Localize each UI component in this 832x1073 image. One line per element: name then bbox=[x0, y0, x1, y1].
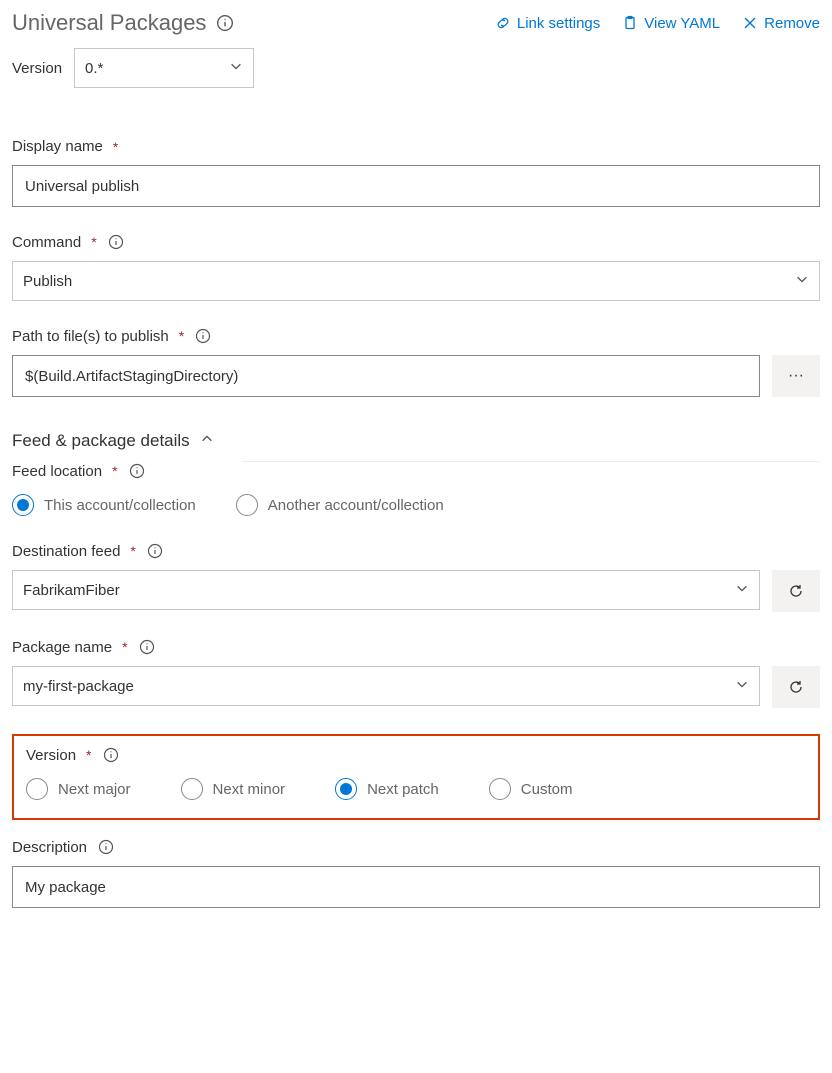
info-icon[interactable] bbox=[216, 14, 234, 32]
radio-this-account[interactable]: This account/collection bbox=[12, 494, 196, 516]
section-feed-header[interactable]: Feed & package details bbox=[12, 431, 820, 451]
refresh-icon bbox=[788, 679, 804, 695]
command-select[interactable]: Publish bbox=[12, 261, 820, 301]
link-settings-button[interactable]: Link settings bbox=[495, 15, 600, 32]
radio-this-account-label: This account/collection bbox=[44, 497, 196, 514]
info-icon[interactable] bbox=[146, 542, 164, 560]
destination-feed-select[interactable]: FabrikamFiber bbox=[12, 570, 760, 610]
required-icon: * bbox=[91, 234, 96, 250]
version-label: Version bbox=[26, 747, 76, 764]
radio-icon bbox=[26, 778, 48, 800]
radio-next-patch[interactable]: Next patch bbox=[335, 778, 439, 800]
refresh-destination-feed-button[interactable] bbox=[772, 570, 820, 612]
view-yaml-button[interactable]: View YAML bbox=[622, 15, 720, 32]
remove-label: Remove bbox=[764, 15, 820, 32]
command-value: Publish bbox=[23, 273, 72, 290]
page-title: Universal Packages bbox=[12, 10, 206, 36]
info-icon[interactable] bbox=[97, 838, 115, 856]
refresh-icon bbox=[788, 583, 804, 599]
radio-next-major[interactable]: Next major bbox=[26, 778, 131, 800]
description-label: Description bbox=[12, 839, 87, 856]
radio-icon bbox=[489, 778, 511, 800]
package-name-select[interactable]: my-first-package bbox=[12, 666, 760, 706]
link-settings-label: Link settings bbox=[517, 15, 600, 32]
info-icon[interactable] bbox=[138, 638, 156, 656]
info-icon[interactable] bbox=[194, 327, 212, 345]
required-icon: * bbox=[179, 328, 184, 344]
radio-custom[interactable]: Custom bbox=[489, 778, 573, 800]
link-icon bbox=[495, 15, 511, 31]
package-name-label: Package name bbox=[12, 639, 112, 656]
info-icon[interactable] bbox=[128, 462, 146, 480]
refresh-package-name-button[interactable] bbox=[772, 666, 820, 708]
section-feed-title: Feed & package details bbox=[12, 431, 190, 451]
chevron-up-icon bbox=[200, 431, 214, 451]
command-label: Command bbox=[12, 234, 81, 251]
radio-custom-label: Custom bbox=[521, 781, 573, 798]
required-icon: * bbox=[130, 543, 135, 559]
chevron-down-icon bbox=[795, 272, 809, 290]
top-version-select[interactable]: 0.* bbox=[74, 48, 254, 88]
required-icon: * bbox=[122, 639, 127, 655]
radio-next-minor[interactable]: Next minor bbox=[181, 778, 286, 800]
required-icon: * bbox=[86, 747, 91, 763]
description-input[interactable] bbox=[12, 866, 820, 908]
radio-icon bbox=[12, 494, 34, 516]
radio-next-major-label: Next major bbox=[58, 781, 131, 798]
info-icon[interactable] bbox=[102, 746, 120, 764]
chevron-down-icon bbox=[735, 581, 749, 599]
required-icon: * bbox=[112, 463, 117, 479]
top-version-label: Version bbox=[12, 60, 62, 77]
package-name-value: my-first-package bbox=[23, 678, 134, 695]
required-icon: * bbox=[113, 139, 118, 155]
clipboard-icon bbox=[622, 15, 638, 31]
header: Universal Packages Link settings View YA… bbox=[12, 10, 820, 36]
radio-icon bbox=[335, 778, 357, 800]
display-name-label: Display name bbox=[12, 138, 103, 155]
chevron-down-icon bbox=[229, 59, 243, 77]
destination-feed-label: Destination feed bbox=[12, 543, 120, 560]
destination-feed-value: FabrikamFiber bbox=[23, 582, 120, 599]
radio-next-patch-label: Next patch bbox=[367, 781, 439, 798]
radio-next-minor-label: Next minor bbox=[213, 781, 286, 798]
chevron-down-icon bbox=[735, 677, 749, 695]
browse-button[interactable]: ··· bbox=[772, 355, 820, 397]
remove-button[interactable]: Remove bbox=[742, 15, 820, 32]
feed-location-label: Feed location bbox=[12, 463, 102, 480]
view-yaml-label: View YAML bbox=[644, 15, 720, 32]
display-name-input[interactable] bbox=[12, 165, 820, 207]
top-version-value: 0.* bbox=[85, 60, 103, 77]
radio-another-account[interactable]: Another account/collection bbox=[236, 494, 444, 516]
radio-another-account-label: Another account/collection bbox=[268, 497, 444, 514]
path-label: Path to file(s) to publish bbox=[12, 328, 169, 345]
radio-icon bbox=[236, 494, 258, 516]
close-icon bbox=[742, 15, 758, 31]
ellipsis-icon: ··· bbox=[788, 367, 804, 385]
path-input[interactable] bbox=[12, 355, 760, 397]
info-icon[interactable] bbox=[107, 233, 125, 251]
version-highlight: Version * Next major Next minor Next pat… bbox=[12, 734, 820, 820]
radio-icon bbox=[181, 778, 203, 800]
